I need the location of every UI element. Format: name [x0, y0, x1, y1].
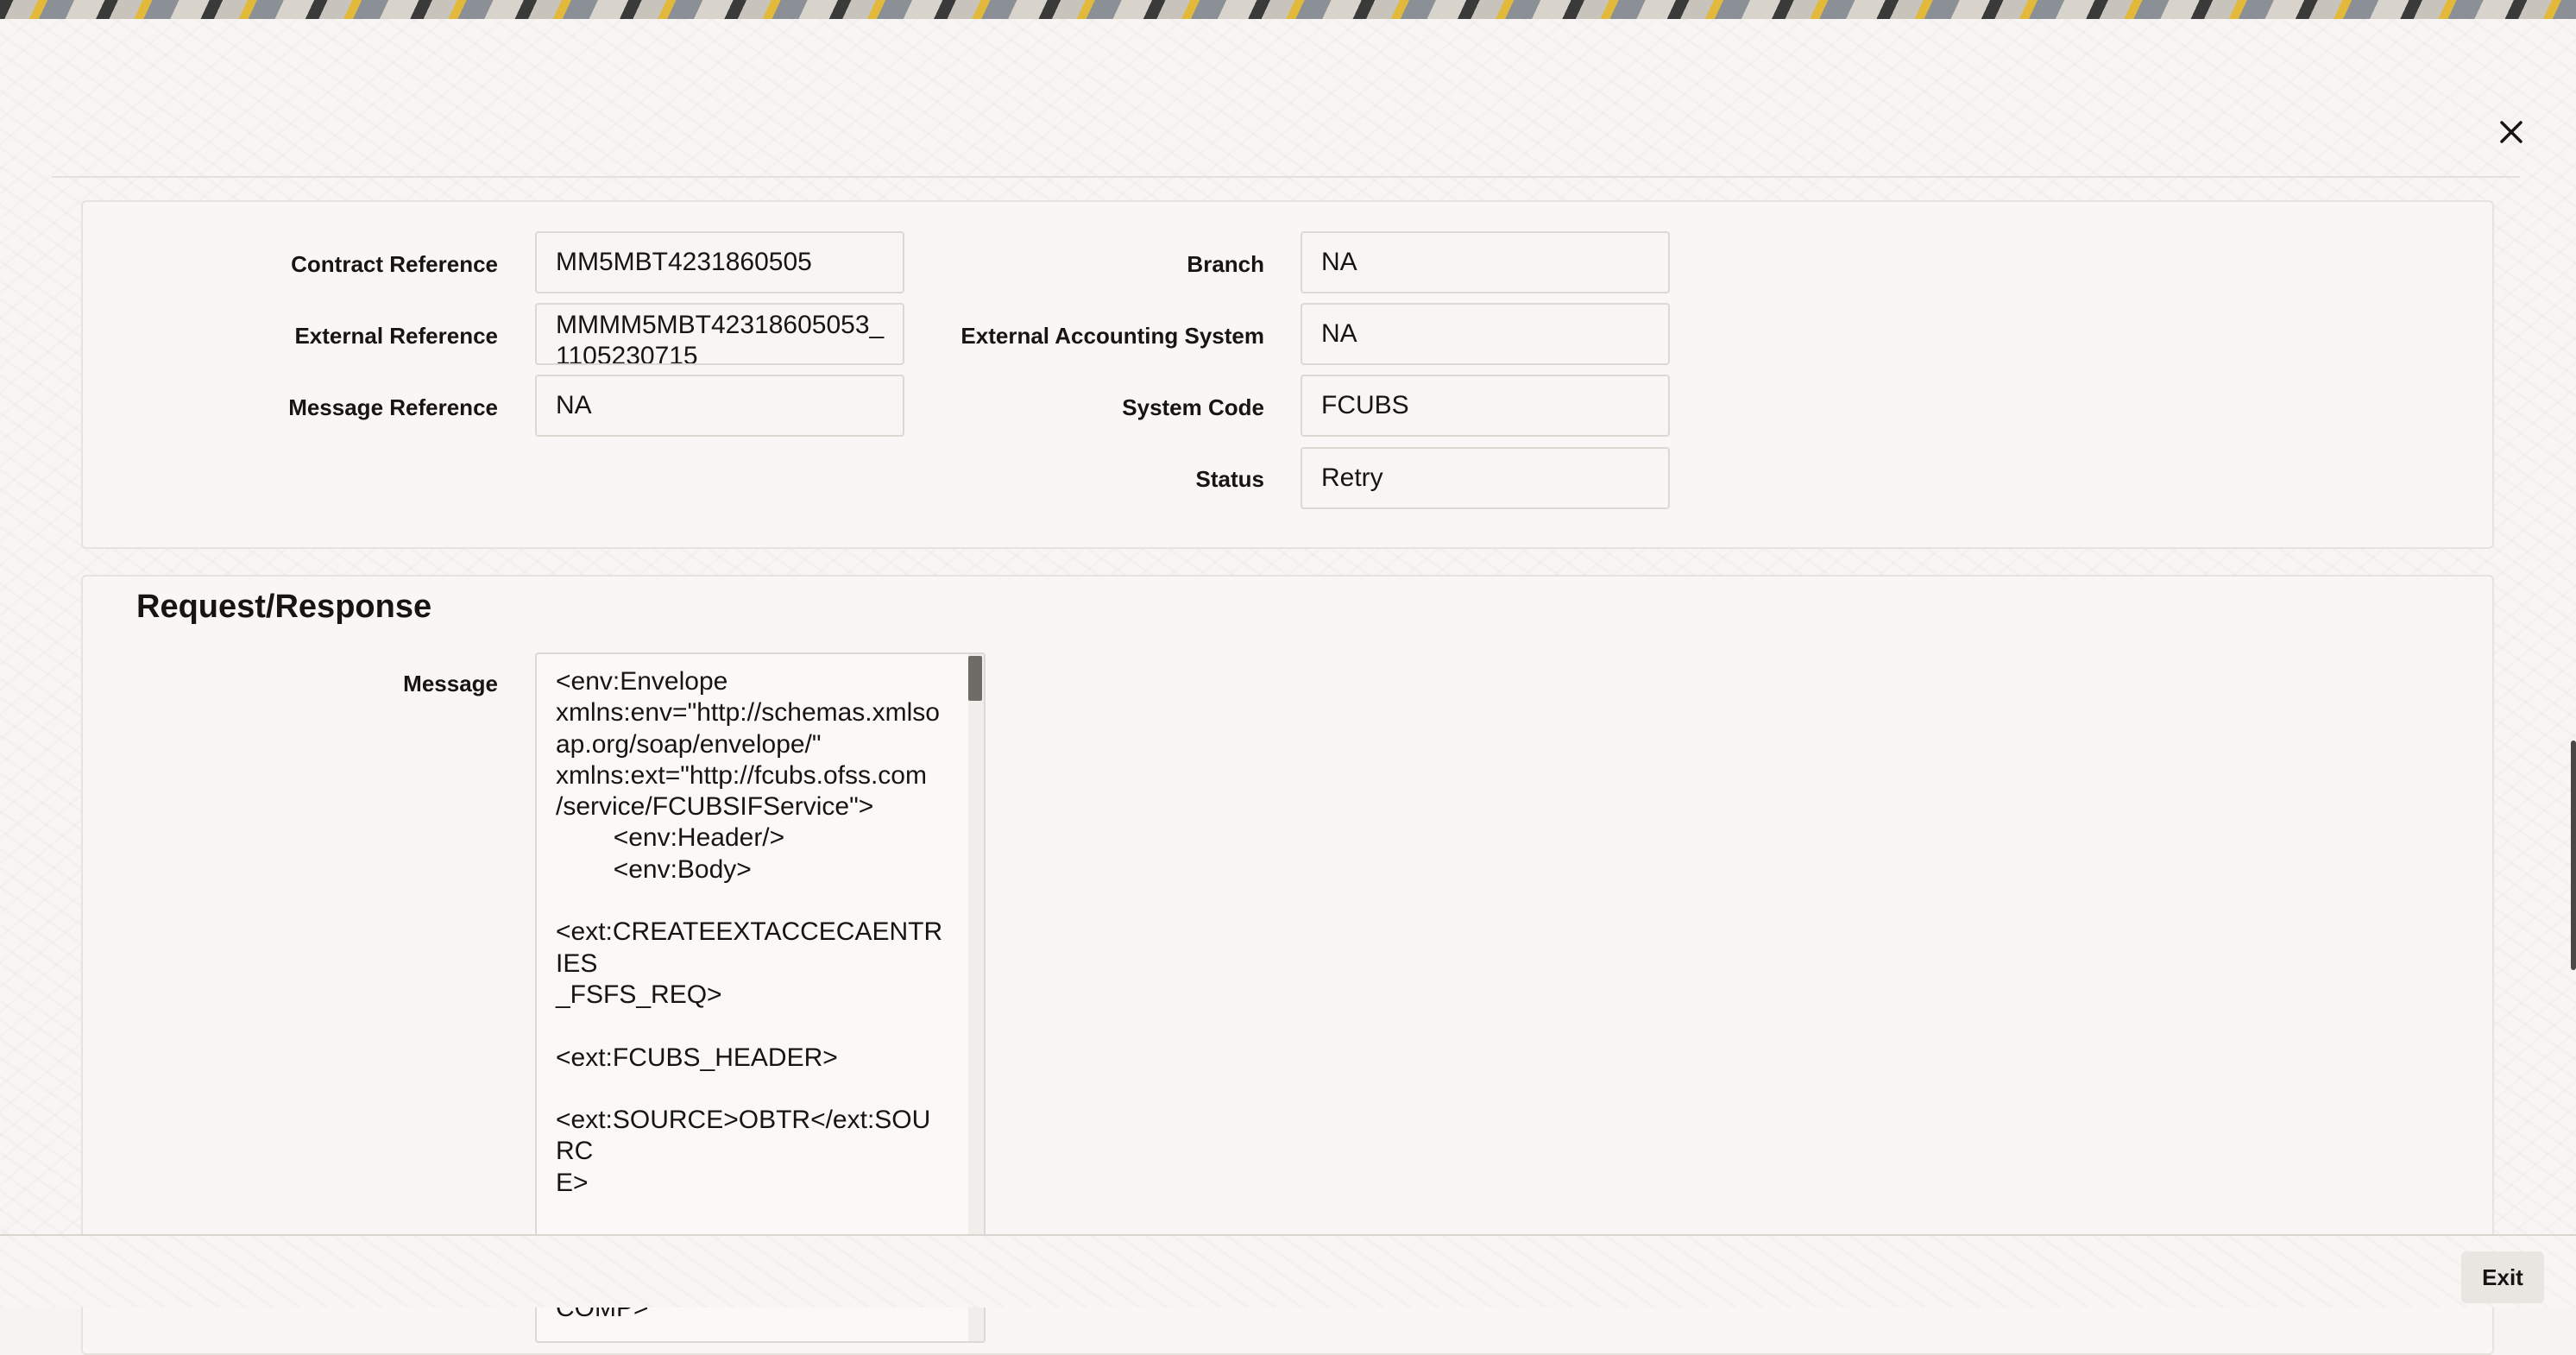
message-reference-label: Message Reference: [288, 394, 498, 420]
external-reference-label: External Reference: [294, 323, 498, 349]
contract-reference-label: Contract Reference: [291, 251, 498, 277]
contract-reference-field[interactable]: MM5MBT4231860505: [535, 231, 904, 293]
close-icon: [2500, 121, 2522, 143]
branch-field[interactable]: NA: [1301, 231, 1670, 293]
status-label: Status: [1195, 466, 1264, 492]
external-accounting-system-label: External Accounting System: [960, 323, 1264, 349]
header-divider: [52, 176, 2520, 178]
message-scrollbar-thumb[interactable]: [968, 656, 982, 701]
request-response-title: Request/Response: [136, 589, 432, 625]
branch-label: Branch: [1187, 251, 1264, 277]
system-code-field[interactable]: FCUBS: [1301, 375, 1670, 437]
external-accounting-system-field[interactable]: NA: [1301, 303, 1670, 365]
message-text: <env:Envelope xmlns:env="http://schemas.…: [556, 667, 943, 1322]
top-banner-strip: [0, 0, 2576, 19]
close-button[interactable]: [2490, 110, 2533, 154]
message-label: Message: [403, 671, 498, 696]
system-code-label: System Code: [1122, 394, 1264, 420]
status-field[interactable]: Retry: [1301, 447, 1670, 509]
message-reference-field[interactable]: NA: [535, 375, 904, 437]
external-reference-field[interactable]: MMMM5MBT42318605053_ 1105230715: [535, 303, 904, 365]
page-scrollbar-thumb[interactable]: [2571, 741, 2576, 970]
footer-bar: [0, 1234, 2576, 1308]
exit-button[interactable]: Exit: [2461, 1251, 2544, 1303]
